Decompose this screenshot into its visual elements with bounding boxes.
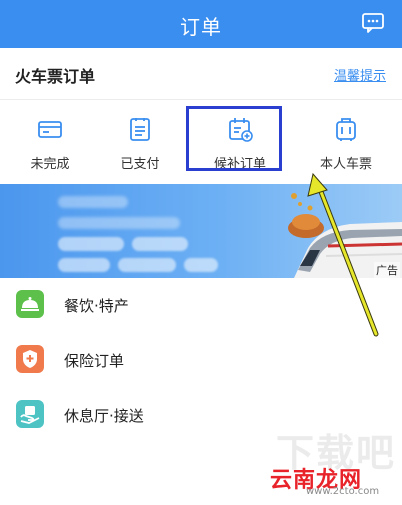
list-item-food[interactable]: 餐饮·特产: [0, 278, 402, 333]
list-item-insurance[interactable]: 保险订单: [0, 333, 402, 388]
suitcase-icon: [336, 118, 356, 141]
food-cloche-icon: [16, 290, 44, 318]
watermark-url: www.2cto.com: [306, 486, 380, 497]
document-icon: [130, 118, 150, 141]
order-type-label: 已支付: [120, 157, 160, 172]
blurred-tag: [118, 258, 176, 272]
blurred-text: [58, 196, 128, 208]
card-icon: [38, 121, 62, 138]
section-title: 火车票订单: [15, 67, 96, 86]
train-order-section: 火车票订单 温馨提示: [0, 48, 402, 100]
order-type-my-tickets[interactable]: 本人车票: [296, 101, 396, 183]
page-title: 订单: [180, 15, 222, 39]
lounge-icon: [16, 400, 44, 428]
order-type-paid[interactable]: 已支付: [90, 101, 190, 183]
chat-bubble-icon[interactable]: [362, 13, 384, 33]
order-type-unfinished[interactable]: 未完成: [0, 101, 100, 183]
order-type-label: 未完成: [30, 157, 70, 172]
blurred-tag: [58, 237, 124, 251]
list-item-label: 餐饮·特产: [64, 297, 129, 315]
list-item-label: 休息厅·接送: [64, 407, 144, 425]
blurred-text: [58, 217, 180, 229]
ad-label: 广告: [374, 262, 400, 278]
highlight-box: [186, 106, 282, 171]
list-item-label: 保险订单: [64, 352, 125, 370]
top-header: 订单: [0, 0, 402, 48]
shield-plus-icon: [16, 345, 44, 373]
blurred-tag: [132, 237, 188, 251]
order-type-label: 本人车票: [319, 157, 372, 172]
tips-link[interactable]: 温馨提示: [334, 65, 386, 84]
blurred-tag: [58, 258, 110, 272]
blurred-tag: [184, 258, 218, 272]
ad-banner[interactable]: 广告: [0, 184, 402, 278]
